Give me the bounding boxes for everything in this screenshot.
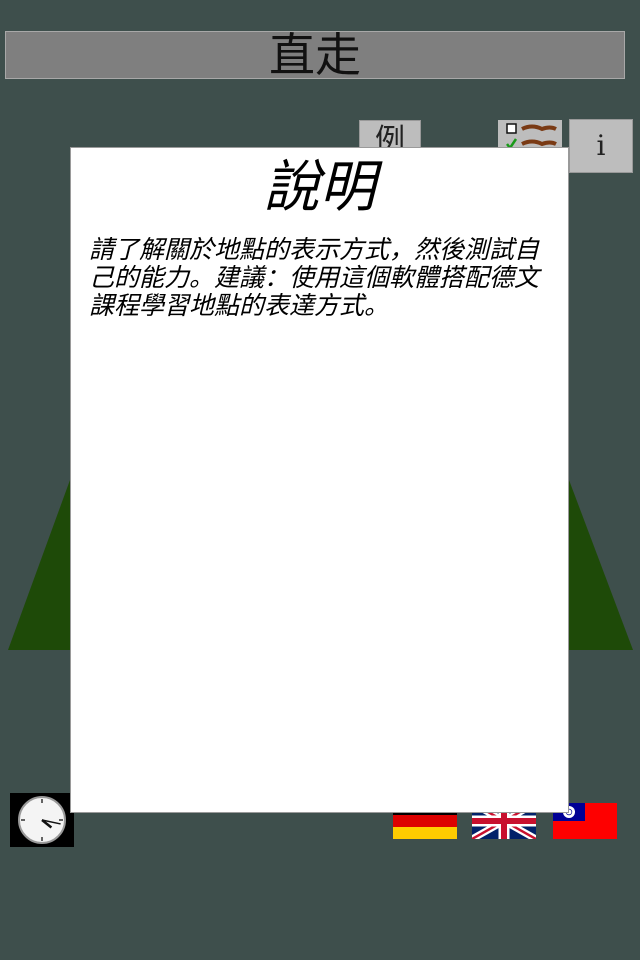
road-right-edge	[569, 480, 633, 650]
dialog-title: 說明	[263, 155, 376, 220]
info-dialog[interactable]: 說明 請了解關於地點的表示方式，然後測試自己的能力。建議：使用這個軟體搭配德文課…	[70, 147, 569, 813]
info-button[interactable]: i	[569, 119, 633, 173]
road-left-edge	[8, 480, 70, 650]
clock-button[interactable]	[10, 793, 74, 847]
clock-icon	[18, 796, 66, 844]
dialog-body: 請了解關於地點的表示方式，然後測試自己的能力。建議：使用這個軟體搭配德文課程學習…	[89, 235, 540, 320]
